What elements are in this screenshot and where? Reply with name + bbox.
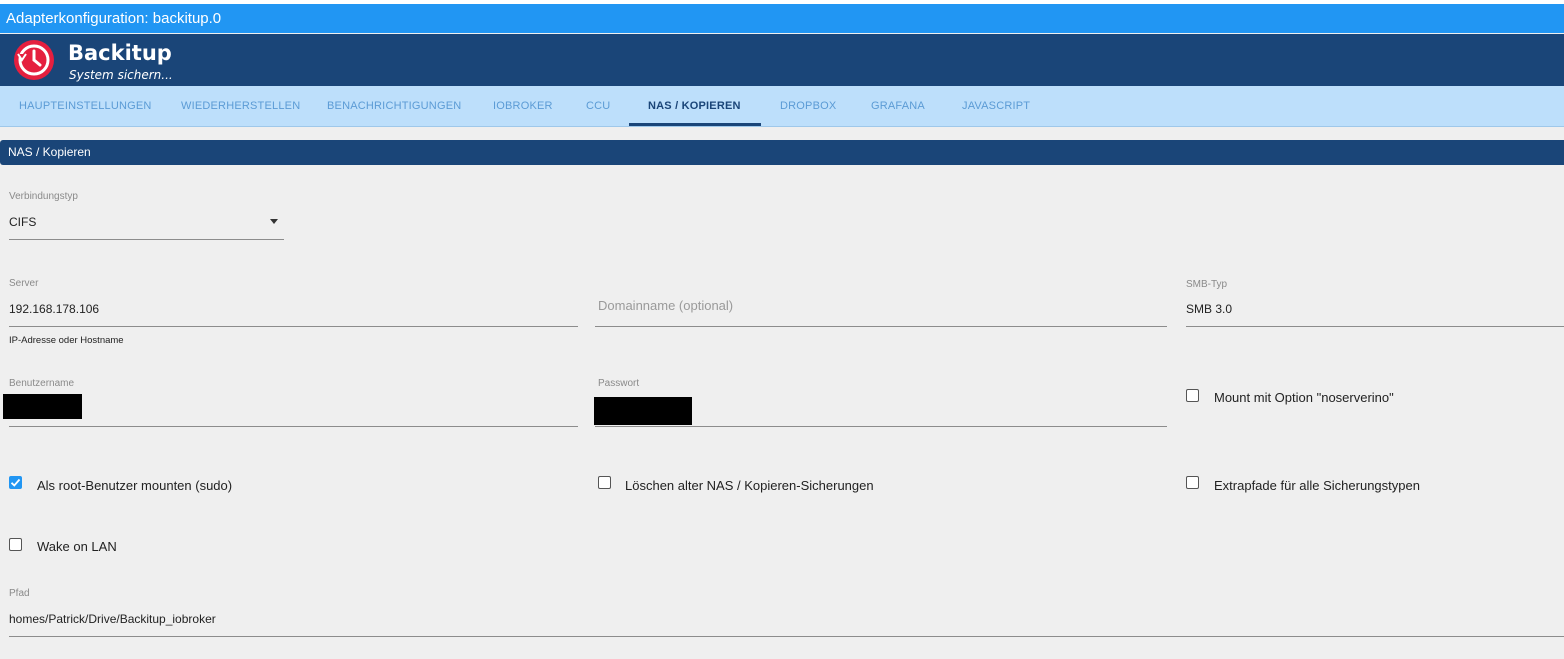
username-input[interactable] bbox=[3, 394, 82, 419]
connection-type-label: Verbindungstyp bbox=[9, 191, 78, 202]
noserverino-checkbox[interactable] bbox=[1186, 389, 1199, 402]
extrapaths-label: Extrapfade für alle Sicherungstypen bbox=[1214, 478, 1420, 493]
username-label: Benutzername bbox=[9, 378, 75, 389]
smb-type-select[interactable]: SMB 3.0 bbox=[1186, 302, 1232, 316]
password-input[interactable] bbox=[594, 397, 692, 425]
tab-iobroker[interactable]: IOBROKER bbox=[493, 86, 553, 126]
domain-input[interactable]: Domainname (optional) bbox=[598, 298, 733, 313]
section-header: NAS / Kopieren bbox=[0, 140, 1564, 165]
extrapaths-checkbox[interactable] bbox=[1186, 476, 1199, 489]
path-label: Pfad bbox=[9, 588, 30, 599]
section-title: NAS / Kopieren bbox=[8, 145, 91, 159]
tab-dropbox[interactable]: DROPBOX bbox=[780, 86, 836, 126]
username-underline bbox=[9, 426, 578, 427]
tab-grafana[interactable]: GRAFANA bbox=[871, 86, 925, 126]
sudo-label: Als root-Benutzer mounten (sudo) bbox=[37, 478, 233, 493]
wol-label: Wake on LAN bbox=[37, 539, 117, 554]
path-input[interactable]: homes/Patrick/Drive/Backitup_iobroker bbox=[9, 612, 216, 626]
tab-javascript[interactable]: JAVASCRIPT bbox=[962, 86, 1030, 126]
tab-nas-kopieren[interactable]: NAS / KOPIEREN bbox=[648, 86, 741, 126]
tab-bar: HAUPTEINSTELLUNGEN WIEDERHERSTELLEN BENA… bbox=[0, 86, 1564, 127]
active-tab-indicator bbox=[629, 123, 761, 126]
server-helper-text: IP-Adresse oder Hostname bbox=[9, 335, 124, 346]
connection-type-underline bbox=[9, 239, 284, 240]
smb-type-underline bbox=[1186, 326, 1564, 327]
tab-wiederherstellen[interactable]: WIEDERHERSTELLEN bbox=[181, 86, 300, 126]
tab-benachrichtigungen[interactable]: BENACHRICHTIGUNGEN bbox=[327, 86, 461, 126]
clock-restore-icon bbox=[14, 40, 54, 80]
dialog-title-bar: Adapterkonfiguration: backitup.0 bbox=[0, 4, 1564, 33]
adapter-header: Backitup System sichern... bbox=[0, 34, 1564, 86]
delete-old-checkbox[interactable] bbox=[598, 476, 611, 489]
delete-old-label: Löschen alter NAS / Kopieren-Sicherungen bbox=[625, 478, 874, 493]
noserverino-label: Mount mit Option "noserverino" bbox=[1214, 390, 1394, 405]
password-label: Passwort bbox=[598, 378, 640, 389]
path-underline bbox=[9, 636, 1564, 637]
tab-ccu[interactable]: CCU bbox=[586, 86, 610, 126]
app-title: Backitup bbox=[68, 41, 172, 65]
server-underline bbox=[9, 326, 578, 327]
checkmark-icon bbox=[10, 478, 20, 487]
tab-haupteinstellungen[interactable]: HAUPTEINSTELLUNGEN bbox=[19, 86, 152, 126]
domain-underline bbox=[595, 326, 1167, 327]
wol-checkbox[interactable] bbox=[9, 538, 22, 551]
server-label: Server bbox=[9, 278, 39, 289]
sudo-checkbox[interactable] bbox=[9, 476, 22, 489]
chevron-down-icon[interactable] bbox=[270, 219, 278, 224]
server-input[interactable]: 192.168.178.106 bbox=[9, 302, 99, 316]
password-underline bbox=[595, 426, 1167, 427]
app-subtitle: System sichern... bbox=[69, 68, 173, 82]
dialog-title: Adapterkonfiguration: backitup.0 bbox=[6, 10, 222, 27]
smb-type-label: SMB-Typ bbox=[1186, 279, 1228, 290]
connection-type-select[interactable]: CIFS bbox=[9, 215, 36, 229]
